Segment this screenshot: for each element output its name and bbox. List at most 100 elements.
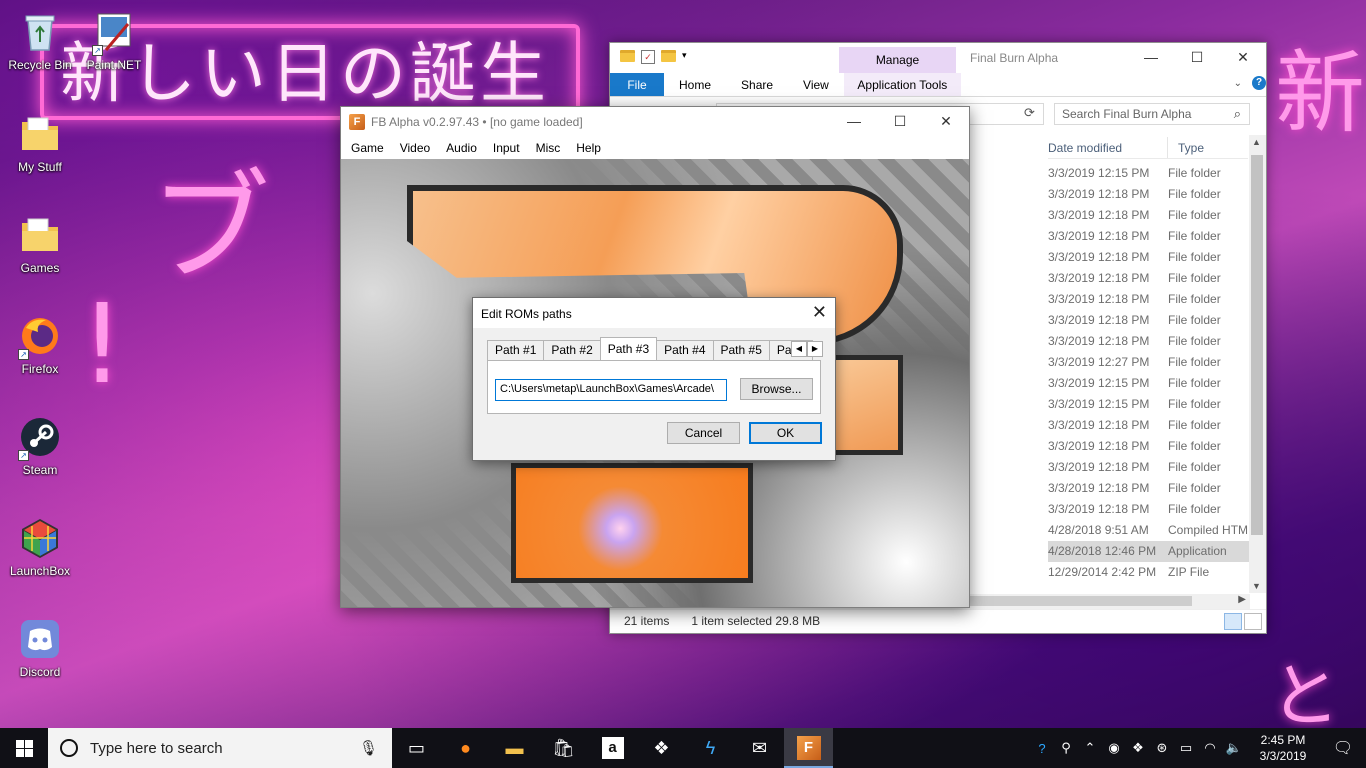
vertical-scrollbar[interactable]: ▲ ▼ bbox=[1249, 135, 1266, 593]
cancel-button[interactable]: Cancel bbox=[667, 422, 740, 444]
chevron-down-icon[interactable]: ⌄ bbox=[1234, 78, 1242, 89]
desktop-icon-steam[interactable]: ↗ Steam bbox=[4, 415, 76, 477]
file-row[interactable]: 3/3/2019 12:18 PM File folder bbox=[1048, 184, 1250, 205]
store-icon[interactable]: 🛍 bbox=[539, 728, 588, 768]
app-icon[interactable]: ϟ bbox=[686, 728, 735, 768]
taskbar-search-box[interactable]: Type here to search 🎙 bbox=[48, 728, 392, 768]
minimize-icon[interactable]: — bbox=[831, 107, 877, 135]
folder-icon[interactable] bbox=[620, 50, 635, 62]
amazon-icon[interactable]: a bbox=[588, 728, 637, 768]
desktop-icon-games[interactable]: Games bbox=[4, 213, 76, 275]
close-icon[interactable]: ✕ bbox=[923, 107, 969, 135]
file-row[interactable]: 3/3/2019 12:18 PM File folder bbox=[1048, 436, 1250, 457]
maximize-icon[interactable]: ☐ bbox=[877, 107, 923, 135]
dropbox-icon[interactable]: ❖ bbox=[637, 728, 686, 768]
fba-titlebar[interactable]: F FB Alpha v0.2.97.43 • [no game loaded]… bbox=[341, 107, 969, 137]
notifications-icon[interactable]: 🗨 bbox=[1320, 738, 1366, 758]
tab-home[interactable]: Home bbox=[664, 73, 726, 96]
task-view-icon[interactable]: ▭ bbox=[392, 728, 441, 768]
tab-path-5[interactable]: Path #5 bbox=[712, 340, 770, 360]
start-button[interactable] bbox=[0, 728, 48, 768]
tab-path-3[interactable]: Path #3 bbox=[599, 337, 658, 360]
refresh-icon[interactable]: ⟳ bbox=[1024, 105, 1035, 121]
large-icons-view-icon[interactable] bbox=[1244, 613, 1262, 630]
scroll-right-icon[interactable]: ▶ bbox=[1238, 594, 1246, 605]
file-row[interactable]: 3/3/2019 12:18 PM File folder bbox=[1048, 478, 1250, 499]
column-date-modified[interactable]: Date modified bbox=[1048, 137, 1168, 158]
file-row[interactable]: 3/3/2019 12:18 PM File folder bbox=[1048, 268, 1250, 289]
scroll-up-icon[interactable]: ▲ bbox=[1252, 137, 1261, 147]
desktop-icon-launchbox[interactable]: LaunchBox bbox=[4, 516, 76, 578]
file-row[interactable]: 3/3/2019 12:15 PM File folder bbox=[1048, 373, 1250, 394]
tab-path-1[interactable]: Path #1 bbox=[487, 340, 545, 360]
file-row[interactable]: 3/3/2019 12:18 PM File folder bbox=[1048, 331, 1250, 352]
mail-icon[interactable]: ✉ bbox=[735, 728, 784, 768]
dropbox-tray-icon[interactable]: ❖ bbox=[1126, 740, 1150, 756]
ok-button[interactable]: OK bbox=[749, 422, 822, 444]
properties-icon[interactable]: ✓ bbox=[641, 50, 655, 64]
firefox-icon[interactable]: ● bbox=[441, 728, 490, 768]
close-icon[interactable]: ✕ bbox=[1220, 43, 1266, 71]
help-icon[interactable]: ? bbox=[1030, 741, 1054, 756]
file-row[interactable]: 3/3/2019 12:18 PM File folder bbox=[1048, 226, 1250, 247]
explorer-titlebar[interactable]: ✓ ▾ Manage Final Burn Alpha — ☐ ✕ bbox=[610, 43, 1266, 73]
tab-share[interactable]: Share bbox=[726, 73, 788, 96]
chevron-up-icon[interactable]: ⌃ bbox=[1078, 740, 1102, 756]
dialog-titlebar[interactable]: Edit ROMs paths ✕ bbox=[473, 298, 835, 328]
search-input[interactable]: Search Final Burn Alpha ⌕ bbox=[1054, 103, 1250, 125]
browse-button[interactable]: Browse... bbox=[740, 378, 813, 400]
chevron-right-icon[interactable]: ▶ bbox=[807, 341, 823, 357]
discord-tray-icon[interactable]: ◉ bbox=[1102, 740, 1126, 756]
file-row[interactable]: 12/29/2014 2:42 PM ZIP File bbox=[1048, 562, 1250, 583]
file-row[interactable]: 3/3/2019 12:18 PM File folder bbox=[1048, 310, 1250, 331]
menu-audio[interactable]: Audio bbox=[438, 137, 485, 159]
help-icon[interactable]: ? bbox=[1252, 76, 1266, 90]
new-folder-icon[interactable] bbox=[661, 50, 676, 62]
microphone-icon[interactable]: 🎙 bbox=[359, 739, 378, 757]
file-row[interactable]: 4/28/2018 9:51 AM Compiled HTM bbox=[1048, 520, 1250, 541]
file-row[interactable]: 3/3/2019 12:18 PM File folder bbox=[1048, 457, 1250, 478]
menu-misc[interactable]: Misc bbox=[528, 137, 569, 159]
file-row[interactable]: 4/28/2018 12:46 PM Application bbox=[1048, 541, 1250, 562]
menu-input[interactable]: Input bbox=[485, 137, 528, 159]
tab-file[interactable]: File bbox=[610, 73, 664, 96]
menu-video[interactable]: Video bbox=[392, 137, 438, 159]
steam-tray-icon[interactable]: ⊛ bbox=[1150, 740, 1174, 756]
scrollbar-thumb[interactable] bbox=[1251, 155, 1263, 535]
details-view-icon[interactable] bbox=[1224, 613, 1242, 630]
fba-taskbar-icon[interactable]: F bbox=[784, 728, 833, 768]
file-row[interactable]: 3/3/2019 12:18 PM File folder bbox=[1048, 289, 1250, 310]
desktop-icon-recycle-bin[interactable]: Recycle Bin bbox=[4, 10, 76, 72]
tab-manage[interactable]: Manage bbox=[839, 47, 956, 73]
scroll-down-icon[interactable]: ▼ bbox=[1252, 581, 1261, 591]
battery-icon[interactable]: ▭ bbox=[1174, 740, 1198, 756]
file-row[interactable]: 3/3/2019 12:18 PM File folder bbox=[1048, 499, 1250, 520]
volume-icon[interactable]: 🔈 bbox=[1222, 740, 1246, 756]
desktop-icon-firefox[interactable]: ↗ Firefox bbox=[4, 314, 76, 376]
file-row[interactable]: 3/3/2019 12:18 PM File folder bbox=[1048, 415, 1250, 436]
tab-application-tools[interactable]: Application Tools bbox=[843, 73, 961, 96]
file-explorer-icon[interactable]: ▬ bbox=[490, 728, 539, 768]
desktop-icon-discord[interactable]: Discord bbox=[4, 617, 76, 679]
chevron-left-icon[interactable]: ◀ bbox=[791, 341, 807, 357]
minimize-icon[interactable]: — bbox=[1128, 43, 1174, 71]
desktop-icon-paint-net[interactable]: ↗ Paint.NET bbox=[78, 10, 150, 72]
wifi-icon[interactable]: ◠ bbox=[1198, 740, 1222, 756]
file-row[interactable]: 3/3/2019 12:27 PM File folder bbox=[1048, 352, 1250, 373]
tab-path-2[interactable]: Path #2 bbox=[543, 340, 601, 360]
desktop-icon-my-stuff[interactable]: My Stuff bbox=[4, 112, 76, 174]
chevron-down-icon[interactable]: ▾ bbox=[682, 50, 687, 64]
close-icon[interactable]: ✕ bbox=[812, 302, 827, 323]
file-row[interactable]: 3/3/2019 12:18 PM File folder bbox=[1048, 205, 1250, 226]
tab-view[interactable]: View bbox=[788, 73, 844, 96]
rom-path-input[interactable]: C:\Users\metap\LaunchBox\Games\Arcade\ bbox=[495, 379, 727, 401]
tab-path-4[interactable]: Path #4 bbox=[656, 340, 714, 360]
maximize-icon[interactable]: ☐ bbox=[1174, 43, 1220, 71]
file-row[interactable]: 3/3/2019 12:18 PM File folder bbox=[1048, 247, 1250, 268]
file-row[interactable]: 3/3/2019 12:15 PM File folder bbox=[1048, 163, 1250, 184]
file-row[interactable]: 3/3/2019 12:15 PM File folder bbox=[1048, 394, 1250, 415]
menu-game[interactable]: Game bbox=[343, 137, 392, 159]
taskbar-clock[interactable]: 2:45 PM 3/3/2019 bbox=[1246, 732, 1320, 764]
column-type[interactable]: Type bbox=[1168, 137, 1214, 158]
people-icon[interactable]: ⚲ bbox=[1054, 740, 1078, 756]
